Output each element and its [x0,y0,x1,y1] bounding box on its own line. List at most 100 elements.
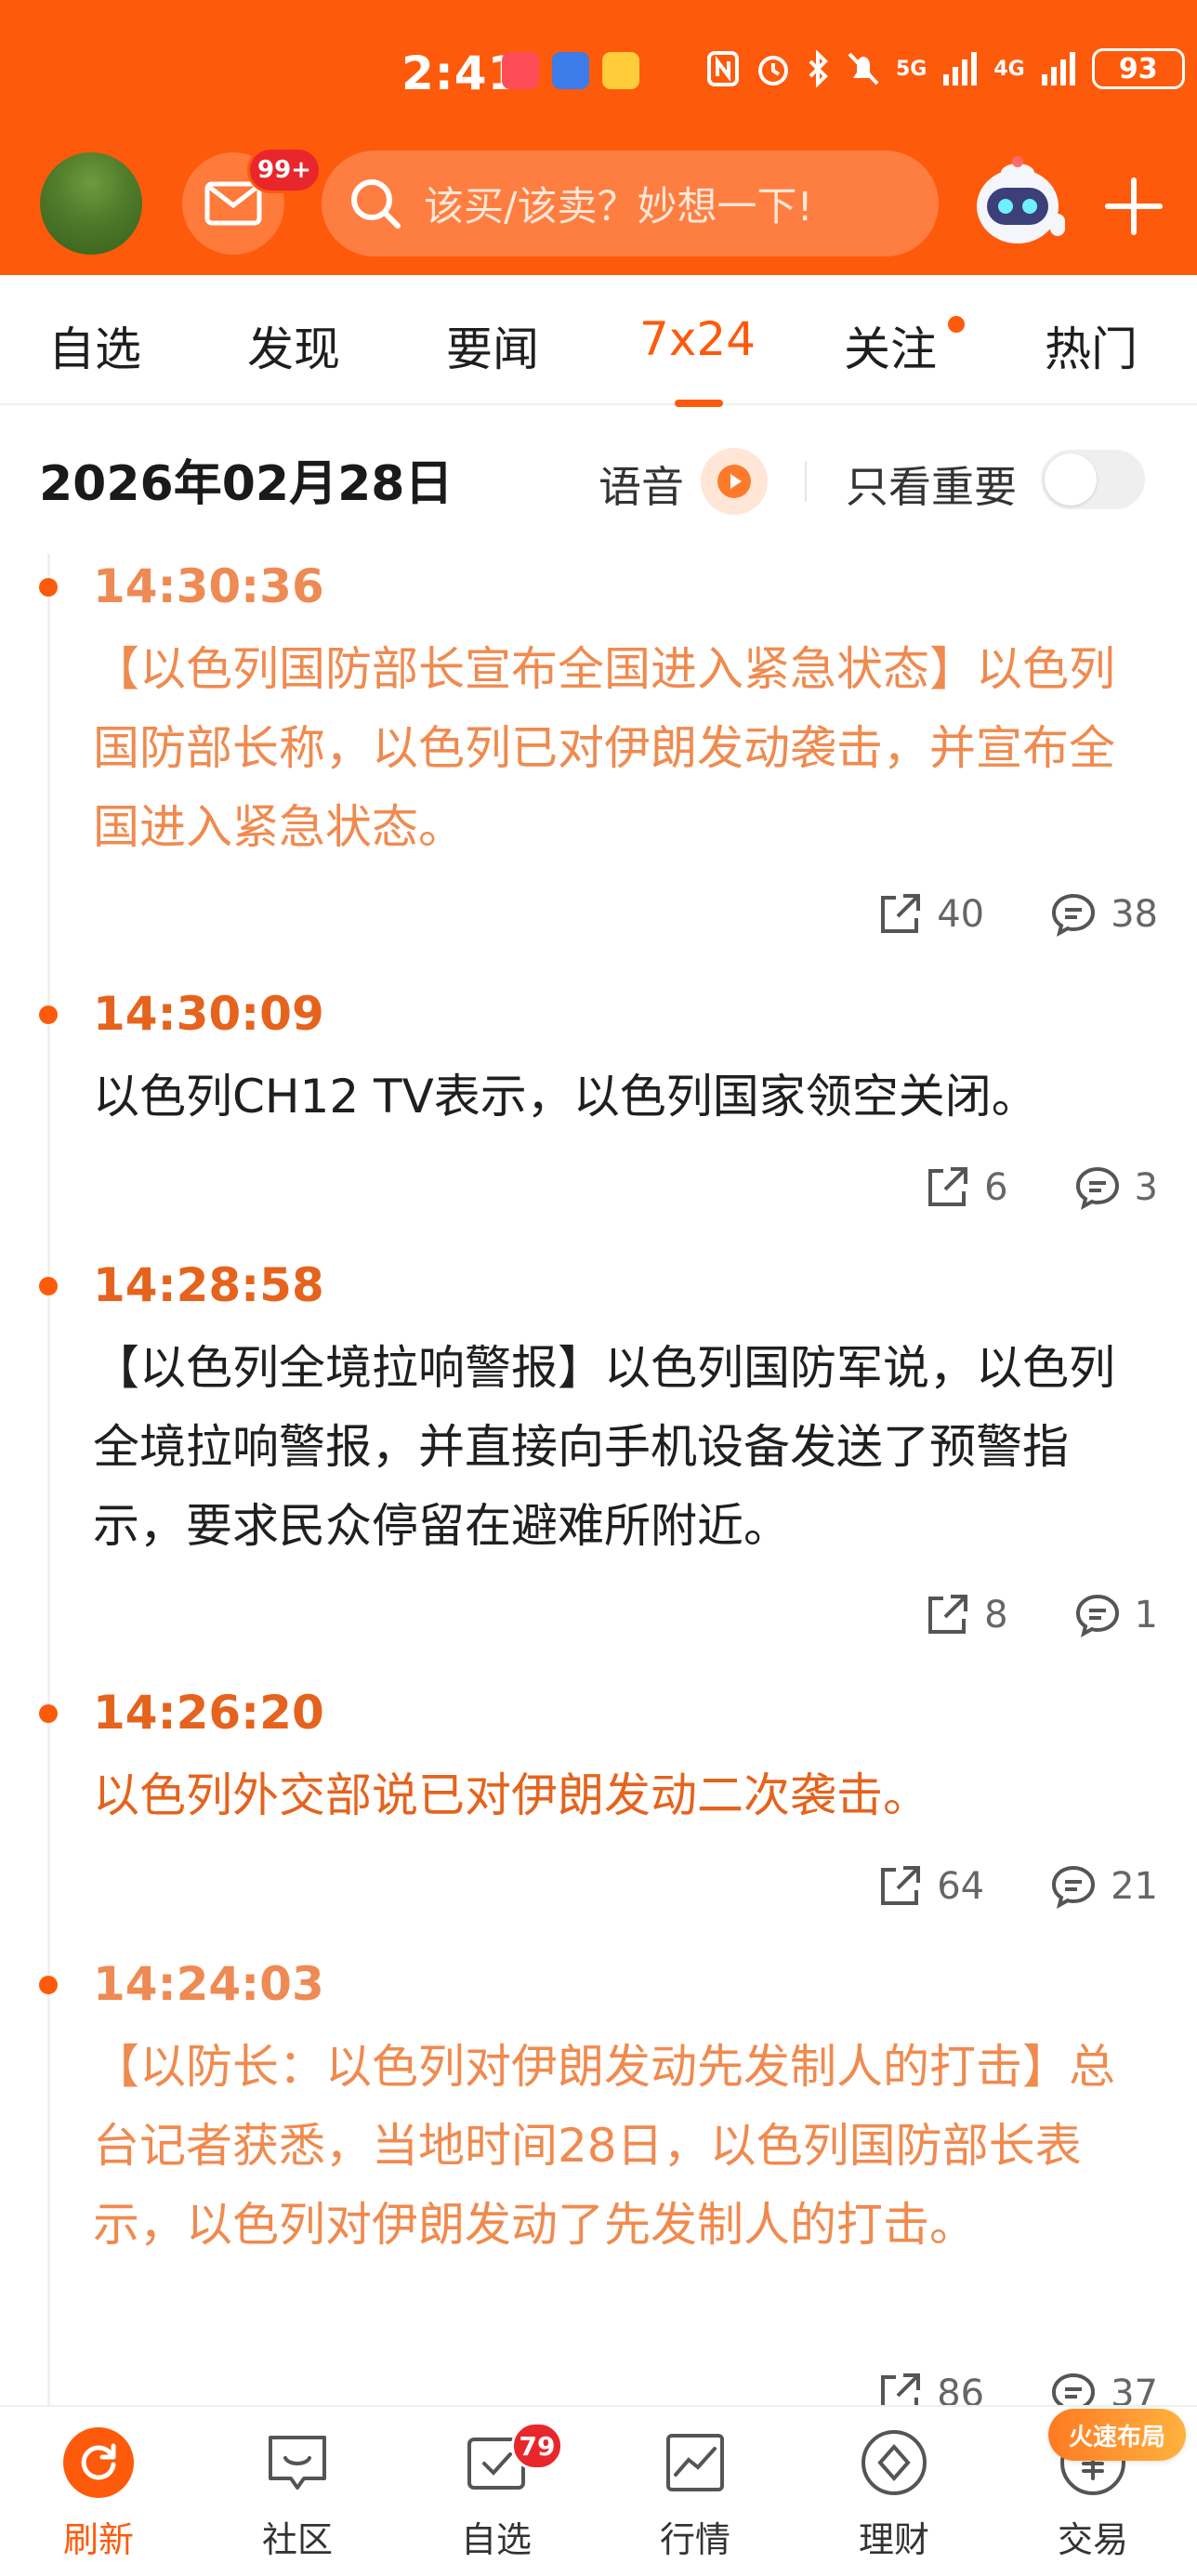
news-actions: 40 38 [875,890,1158,939]
nav-label: 交易 [1057,2519,1128,2560]
nav-label: 行情 [659,2519,730,2560]
avatar[interactable] [40,152,142,255]
timeline-dot [39,1704,58,1723]
nav-refresh[interactable]: 刷新 [24,2427,173,2562]
add-button[interactable] [1087,160,1180,253]
play-icon [717,465,751,498]
search-icon [351,179,401,229]
news-text: 以色列CH12 TV表示，以色列国家领空关闭。 [93,1070,1038,1124]
timeline-dot [39,1005,58,1024]
tab-7x24[interactable]: 7x24 [639,312,756,366]
news-actions: 8 1 [923,1591,1158,1639]
news-text: 【以色列全境拉响警报】以色列国防军说，以色列全境拉响警报，并直接向手机设备发送了… [93,1341,1115,1553]
news-time: 14:28:58 [93,1258,324,1312]
refresh-icon [63,2427,134,2498]
comment-icon [1075,1166,1119,1210]
search-placeholder: 该买/该卖？妙想一下! [424,184,813,230]
comment-count: 21 [1111,1865,1158,1908]
community-icon [262,2427,333,2498]
share-button[interactable]: 8 [923,1591,1008,1639]
share-icon [881,894,921,933]
news-time: 14:26:20 [93,1686,324,1740]
comment-icon [1052,893,1096,937]
share-button[interactable]: 64 [875,1862,984,1911]
comment-button[interactable]: 21 [1049,1862,1158,1911]
nav-market[interactable]: 行情 [621,2427,770,2562]
important-only-toggle[interactable] [1041,450,1145,509]
mail-icon [204,181,262,226]
timeline-dot [39,578,58,597]
timeline-line [47,554,50,2412]
tab-discover[interactable]: 发现 [247,312,340,379]
voice-label: 语音 [598,462,684,512]
weibo-app-icon [602,52,639,89]
feed-date: 2026年02月28日 [39,456,454,512]
messages-badge: 99+ [247,147,322,193]
timeline-dot [39,1277,58,1295]
alarm-icon [758,56,788,85]
battery-indicator: 93 [1091,48,1185,89]
news-time: 14:24:03 [93,1957,324,2011]
divider [805,461,807,502]
comment-icon [1052,1865,1096,1909]
active-tab-indicator [675,400,723,407]
comment-count: 3 [1134,1166,1158,1209]
nav-community[interactable]: 社区 [223,2427,372,2562]
share-icon [881,1866,921,1905]
promo-badge[interactable]: 火速布局 [1048,2409,1186,2461]
signal-icon-2 [1041,52,1075,85]
search-bar[interactable]: 该买/该卖？妙想一下! [322,151,939,256]
ai-assistant-robot-icon[interactable] [963,149,1072,258]
map-app-icon [552,52,589,89]
bottom-nav: 刷新 社区 79 自选 行情 理财 交易 [0,2405,1197,2576]
status-icons: 5G 4G 93 [706,48,1197,89]
news-actions: 6 3 [923,1163,1158,1212]
news-text: 【以色列国防部长宣布全国进入紧急状态】以色列国防部长称，以色列已对伊朗发动袭击，… [93,642,1115,854]
comment-count: 38 [1111,893,1158,936]
nav-label: 刷新 [62,2519,134,2560]
important-only-label: 只看重要 [846,462,1017,512]
news-time: 14:30:36 [93,559,324,613]
notification-app-icons [502,52,639,89]
share-count: 64 [937,1865,985,1908]
battery-level: 93 [1118,52,1158,85]
nav-label: 社区 [261,2519,333,2560]
nav-watchlist[interactable]: 79 自选 [422,2422,571,2562]
comment-count: 1 [1134,1594,1158,1636]
share-icon [928,1167,968,1206]
network-5g-label: 5G [896,57,927,81]
huawei-app-icon [502,52,539,89]
comment-button[interactable]: 1 [1073,1591,1158,1639]
plus-icon [1105,177,1163,235]
tab-following[interactable]: 关注 [844,312,937,379]
comment-button[interactable]: 3 [1073,1163,1158,1212]
share-count: 40 [937,893,985,936]
voice-play-button[interactable] [701,448,768,515]
tab-watchlist[interactable]: 自选 [48,312,141,379]
share-button[interactable]: 40 [875,890,984,939]
share-button[interactable]: 6 [923,1163,1008,1212]
share-count: 6 [984,1166,1008,1209]
news-text: 【以防长：以色列对伊朗发动先发制人的打击】总台记者获悉，当地时间28日，以色列国… [93,2040,1115,2252]
share-icon [928,1595,968,1634]
nfc-icon [707,51,739,86]
signal-icon [943,52,978,85]
nav-label: 自选 [460,2519,532,2560]
network-4g-label: 4G [993,57,1025,81]
news-actions: 64 21 [875,1862,1158,1911]
timeline-dot [39,1976,58,1994]
watchlist-badge: 79 [511,2422,563,2470]
news-text: 以色列外交部说已对伊朗发动二次袭击。 [93,1768,929,1822]
mute-icon [848,52,879,85]
tab-trending[interactable]: 热门 [1045,312,1138,379]
nav-wealth[interactable]: 理财 [820,2427,968,2562]
wealth-icon [859,2427,929,2498]
following-unread-dot [948,316,965,333]
tab-headlines[interactable]: 要闻 [446,312,539,379]
share-count: 8 [984,1594,1008,1636]
tab-bar: 自选 发现 要闻 7x24 关注 热门 [0,275,1197,405]
comment-button[interactable]: 38 [1049,890,1158,939]
toggle-knob [1045,453,1097,506]
app-header: 2:41 5G 4G 93 99+ 该买/该卖？妙想一下! [0,0,1197,275]
comment-icon [1075,1594,1119,1637]
